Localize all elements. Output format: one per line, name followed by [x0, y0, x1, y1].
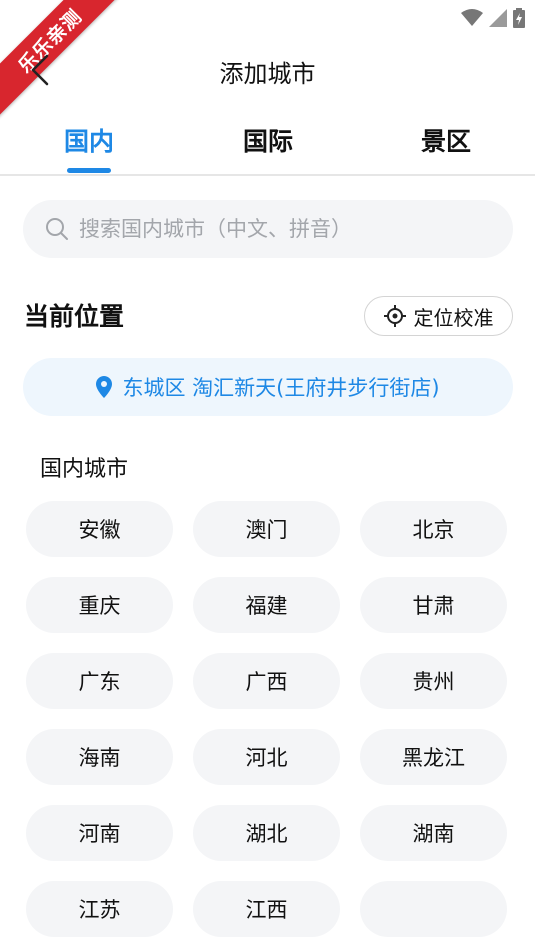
- locate-calibrate-label: 定位校准: [413, 305, 494, 330]
- city-chip[interactable]: 江西: [193, 881, 340, 937]
- page-title: 添加城市: [219, 60, 316, 88]
- city-chip[interactable]: 甘肃: [360, 577, 507, 633]
- search-input[interactable]: [79, 217, 479, 241]
- city-chip[interactable]: 河南: [26, 805, 173, 861]
- domestic-cities-title: 国内城市: [40, 457, 129, 482]
- city-chip[interactable]: 北京: [360, 501, 507, 557]
- tab-bar: 国内 国际 景区: [0, 112, 535, 176]
- signal-icon: [489, 9, 507, 27]
- city-chip[interactable]: 海南: [26, 729, 173, 785]
- search-icon: [46, 218, 68, 240]
- current-location-card[interactable]: 东城区 淘汇新天(王府井步行街店): [23, 358, 513, 416]
- city-chip[interactable]: 广西: [193, 653, 340, 709]
- battery-icon: [513, 8, 525, 28]
- locate-target-icon: [383, 305, 406, 327]
- city-chip[interactable]: 贵州: [360, 653, 507, 709]
- city-chip[interactable]: 安徽: [26, 501, 173, 557]
- tab-international[interactable]: 国际: [208, 122, 328, 158]
- location-pin-icon: [96, 376, 113, 398]
- city-chip[interactable]: [360, 881, 507, 937]
- current-location-title: 当前位置: [24, 302, 125, 331]
- city-chip[interactable]: 湖南: [360, 805, 507, 861]
- tab-scenic[interactable]: 景区: [386, 122, 506, 158]
- city-grid: 安徽 澳门 北京 重庆 福建 甘肃 广东 广西 贵州 海南 河北 黑龙江 河南 …: [26, 501, 509, 937]
- status-icons: [461, 8, 525, 28]
- city-chip[interactable]: 澳门: [193, 501, 340, 557]
- wifi-icon: [461, 9, 483, 26]
- city-chip[interactable]: 河北: [193, 729, 340, 785]
- city-chip[interactable]: 黑龙江: [360, 729, 507, 785]
- header: 添加城市: [0, 44, 535, 96]
- city-chip[interactable]: 福建: [193, 577, 340, 633]
- city-chip[interactable]: 湖北: [193, 805, 340, 861]
- city-chip[interactable]: 江苏: [26, 881, 173, 937]
- tab-domestic[interactable]: 国内: [29, 122, 149, 158]
- search-box[interactable]: [23, 200, 513, 258]
- city-chip[interactable]: 广东: [26, 653, 173, 709]
- active-tab-indicator: [67, 168, 111, 173]
- locate-calibrate-button[interactable]: 定位校准: [364, 296, 513, 336]
- current-location-address: 东城区 淘汇新天(王府井步行街店): [122, 376, 440, 400]
- city-chip[interactable]: 重庆: [26, 577, 173, 633]
